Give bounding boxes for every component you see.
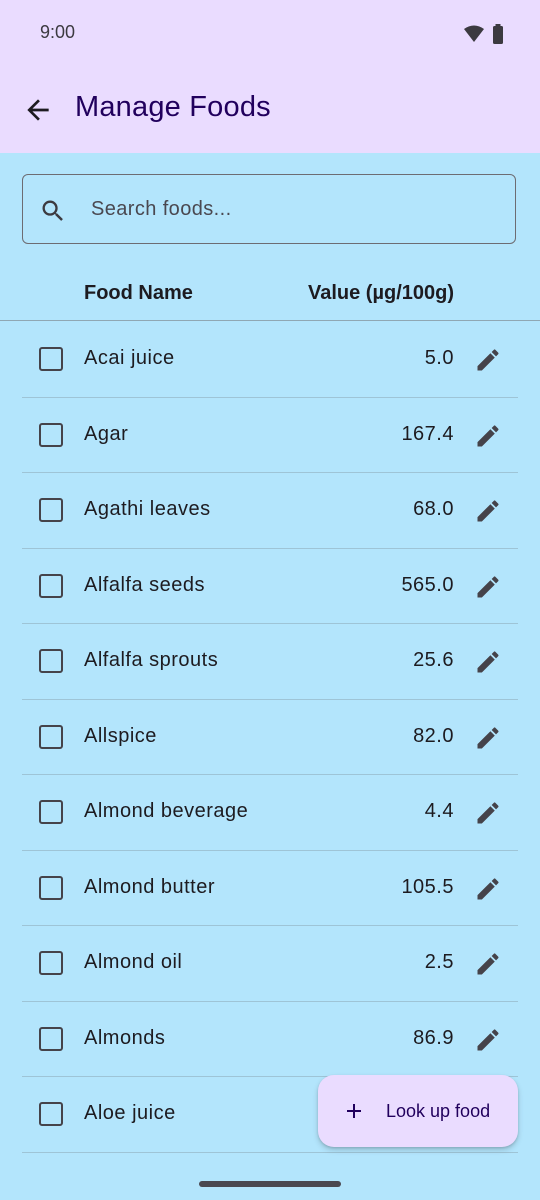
food-name: Aloe juice	[84, 1102, 176, 1124]
food-name: Almonds	[84, 1026, 166, 1049]
search-input[interactable]	[89, 175, 503, 244]
food-value: 2.5	[424, 951, 454, 973]
list-item[interactable]: Alfalfa seeds 565.0	[22, 549, 518, 624]
food-value: 25.6	[413, 649, 454, 671]
arrow-back-icon[interactable]	[22, 94, 54, 126]
food-value: 565.0	[401, 573, 454, 596]
food-name: Agathi leaves	[84, 498, 211, 520]
list-item[interactable]: Allspice 82.0	[22, 700, 518, 775]
table-header: Food Name Value (µg/100g)	[0, 270, 540, 320]
food-list: Acai juice 5.0 Agar 167.4 Agathi leaves 68.0 A…	[0, 322, 540, 1168]
wifi-icon	[464, 25, 484, 42]
list-item[interactable]: Agar 167.4	[22, 398, 518, 473]
edit-icon[interactable]	[474, 875, 502, 903]
list-item[interactable]: Acai juice 5.0	[22, 322, 518, 398]
list-item[interactable]: Alfalfa sprouts 25.6	[22, 624, 518, 700]
food-value: 167.4	[401, 422, 454, 445]
edit-icon[interactable]	[474, 799, 502, 827]
edit-icon[interactable]	[474, 950, 502, 978]
row-checkbox[interactable]	[39, 573, 63, 598]
search-field[interactable]	[22, 174, 516, 244]
food-value: 86.9	[413, 1026, 454, 1049]
list-item[interactable]: Agathi leaves 68.0	[22, 473, 518, 549]
row-checkbox[interactable]	[39, 951, 63, 975]
plus-icon	[347, 1104, 361, 1118]
food-name: Alfalfa sprouts	[84, 649, 219, 671]
status-icons	[464, 24, 504, 44]
row-checkbox[interactable]	[39, 422, 63, 447]
edit-icon[interactable]	[474, 497, 502, 525]
edit-icon[interactable]	[474, 1026, 502, 1054]
gesture-nav-handle[interactable]	[199, 1181, 341, 1187]
food-name: Almond oil	[84, 951, 183, 973]
look-up-food-label: Look up food	[386, 1101, 491, 1121]
edit-icon[interactable]	[474, 346, 502, 374]
edit-icon[interactable]	[474, 724, 502, 752]
food-value: 105.5	[401, 875, 454, 898]
column-header-value: Value (µg/100g)	[307, 282, 454, 304]
list-item[interactable]: Almond oil 2.5	[22, 926, 518, 1002]
row-checkbox[interactable]	[39, 724, 63, 749]
food-value: 82.0	[413, 724, 454, 747]
food-name: Acai juice	[84, 347, 175, 369]
row-checkbox[interactable]	[39, 347, 63, 371]
row-checkbox[interactable]	[39, 1026, 63, 1051]
row-checkbox[interactable]	[39, 498, 63, 522]
food-name: Allspice	[84, 724, 157, 747]
status-time: 9:00	[40, 22, 76, 42]
search-icon	[42, 200, 63, 221]
food-name: Alfalfa seeds	[84, 573, 206, 596]
list-item[interactable]: Almond beverage 4.4	[22, 775, 518, 851]
look-up-food-button[interactable]: Look up food	[318, 1075, 518, 1147]
column-header-food-name: Food Name	[84, 282, 193, 304]
row-checkbox[interactable]	[39, 649, 63, 673]
food-name: Almond beverage	[84, 800, 249, 822]
food-value: 5.0	[424, 347, 454, 369]
row-checkbox[interactable]	[39, 1102, 63, 1126]
row-checkbox[interactable]	[39, 875, 63, 900]
page-title: Manage Foods	[75, 91, 271, 123]
edit-icon[interactable]	[474, 573, 502, 601]
app-bar: Manage Foods	[0, 66, 540, 153]
food-value: 4.4	[424, 800, 454, 822]
list-item[interactable]: Almonds 86.9	[22, 1002, 518, 1077]
food-value: 68.0	[413, 498, 454, 520]
header-divider	[0, 320, 540, 321]
status-bar: 9:00	[0, 0, 540, 66]
list-item[interactable]: Almond butter 105.5	[22, 851, 518, 926]
food-name: Almond butter	[84, 875, 216, 898]
edit-icon[interactable]	[474, 648, 502, 676]
battery-icon	[493, 24, 503, 44]
edit-icon[interactable]	[474, 422, 502, 450]
row-checkbox[interactable]	[39, 800, 63, 824]
food-name: Agar	[84, 422, 129, 445]
